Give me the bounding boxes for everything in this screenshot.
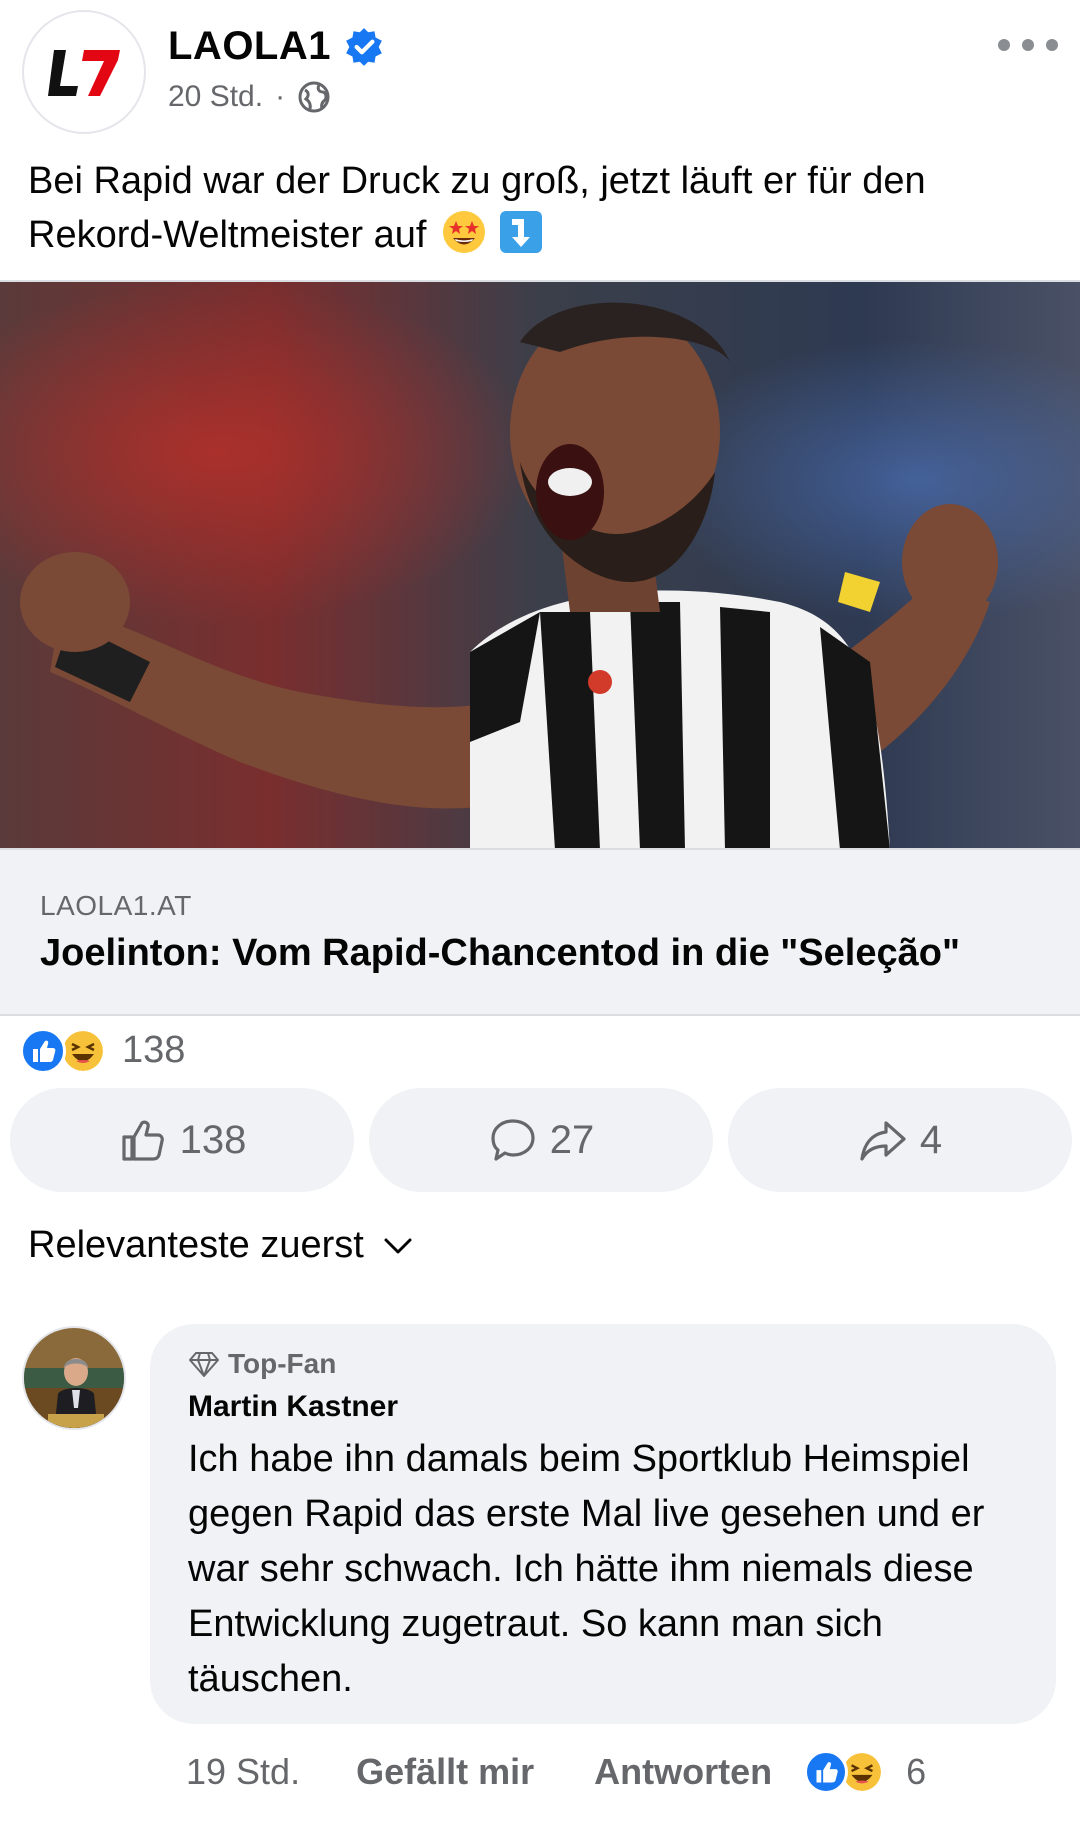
commenter-photo [24, 1328, 124, 1428]
comment-count: 27 [549, 1117, 595, 1162]
arrow-down-emoji-icon [499, 211, 542, 253]
haha-reaction-icon [60, 1028, 106, 1074]
like-button[interactable]: 138 [10, 1088, 354, 1192]
link-title: Joelinton: Vom Rapid-Chancentod in die "… [40, 932, 960, 974]
post-text-line-2-wrap: Rekord-Weltmeister auf [28, 208, 1058, 262]
page-name[interactable]: LAOLA1 [168, 24, 331, 69]
comment-bubble[interactable]: Top-Fan Martin Kastner Ich habe ihn dama… [150, 1324, 1056, 1724]
commenter-avatar[interactable] [22, 1326, 126, 1430]
link-domain: LAOLA1.AT [40, 890, 192, 921]
like-reaction-icon [804, 1750, 849, 1794]
diamond-icon [189, 1352, 219, 1377]
reactions-count: 138 [122, 1028, 186, 1071]
thumbs-up-icon [122, 1120, 164, 1161]
comment-reply-button[interactable]: Antworten [594, 1751, 772, 1793]
top-fan-label: Top-Fan [228, 1348, 337, 1379]
post-actions: 138 27 4 [10, 1088, 1072, 1192]
sort-label: Relevanteste zuerst [28, 1224, 364, 1266]
share-button[interactable]: 4 [728, 1088, 1072, 1192]
more-dot-3 [1046, 39, 1058, 51]
post-time[interactable]: 20 Std. [168, 80, 263, 114]
more-options-icon[interactable] [998, 30, 1058, 60]
comment-icon [491, 1119, 535, 1161]
share-arrow-icon [860, 1121, 906, 1161]
share-count: 4 [919, 1117, 943, 1162]
star-struck-emoji-icon [443, 211, 485, 253]
more-dot-2 [1022, 39, 1034, 51]
page-avatar[interactable] [22, 10, 146, 134]
player-celebration-image [0, 282, 1080, 848]
comment-author[interactable]: Martin Kastner [188, 1390, 398, 1424]
reactions-summary[interactable]: 138 [20, 1025, 185, 1075]
post-text: Bei Rapid war der Druck zu groß, jetzt l… [28, 154, 1058, 262]
comment-footer: 19 Std. Gefällt mir Antworten 6 [186, 1742, 1036, 1802]
globe-icon [298, 81, 330, 113]
comment-reaction-icons[interactable] [804, 1748, 892, 1796]
verified-badge-icon [346, 27, 382, 66]
post-header: LAOLA1 20 Std. · [0, 0, 1080, 134]
post-image[interactable] [0, 280, 1080, 848]
more-dot-1 [998, 39, 1010, 51]
comment-text: Ich habe ihn damals beim Sportklub Heims… [188, 1438, 985, 1700]
link-preview-card[interactable]: LAOLA1.AT Joelinton: Vom Rapid-Chancento… [0, 848, 1080, 1016]
post-text-line-1: Bei Rapid war der Druck zu groß, jetzt l… [28, 160, 926, 202]
chevron-down-icon [384, 1238, 412, 1253]
meta-separator: · [275, 80, 286, 113]
laola1-logo [48, 50, 120, 96]
comment-like-button[interactable]: Gefällt mir [356, 1751, 534, 1793]
comment-reaction-count: 6 [906, 1751, 927, 1792]
comment-button[interactable]: 27 [369, 1088, 713, 1192]
like-count: 138 [179, 1117, 247, 1162]
comment-sort-dropdown[interactable]: Relevanteste zuerst [28, 1224, 418, 1267]
like-reaction-icon [20, 1028, 66, 1074]
reaction-icons [20, 1026, 112, 1074]
post-text-line-2: Rekord-Weltmeister auf [28, 214, 427, 256]
top-fan-badge: Top-Fan [188, 1348, 336, 1380]
comment-time[interactable]: 19 Std. [186, 1751, 300, 1793]
